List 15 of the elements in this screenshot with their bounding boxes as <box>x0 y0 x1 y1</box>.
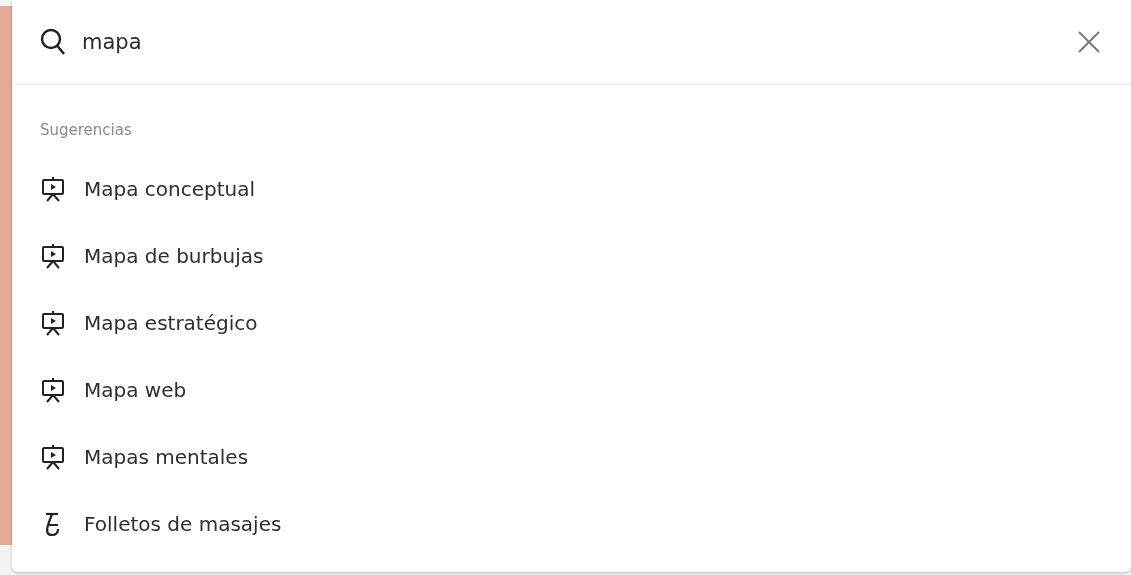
close-icon <box>1077 30 1101 54</box>
suggestion-item[interactable]: Mapa de burbujas <box>12 222 1131 289</box>
suggestion-item[interactable]: Mapa conceptual <box>12 155 1131 222</box>
search-icon <box>40 28 66 56</box>
presentation-icon <box>40 376 66 403</box>
suggestion-item[interactable]: Folletos de masajes <box>12 490 1131 557</box>
presentation-icon <box>40 175 66 202</box>
presentation-icon <box>40 309 66 336</box>
presentation-icon <box>40 443 66 470</box>
presentation-icon <box>40 242 66 269</box>
search-field[interactable]: mapa <box>82 30 1059 54</box>
suggestion-item[interactable]: Mapa estratégico <box>12 289 1131 356</box>
suggestion-item[interactable]: Mapa web <box>12 356 1131 423</box>
suggestions-heading: Sugerencias <box>40 121 132 139</box>
suggestion-item[interactable]: Mapas mentales <box>12 423 1131 490</box>
